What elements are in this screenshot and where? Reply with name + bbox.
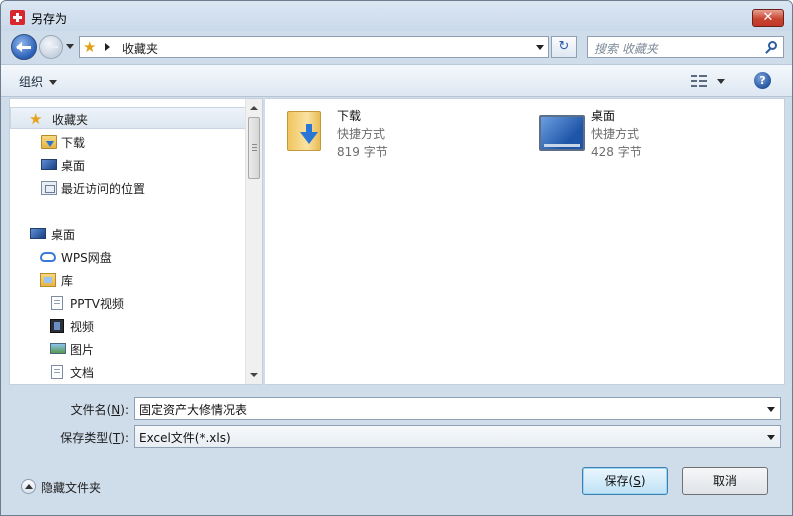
organize-button[interactable]: 组织 <box>19 73 58 90</box>
nav-item-label: 桌面 <box>61 159 86 173</box>
nav-item-label: 库 <box>61 274 74 288</box>
star-icon: ★ <box>83 38 97 56</box>
chevron-up-icon <box>21 479 36 494</box>
filetype-label-text: 保存类型 <box>60 431 109 445</box>
breadcrumb-favorites[interactable]: 收藏夹 <box>122 40 158 57</box>
nav-item-label: PPTV视频 <box>70 297 125 311</box>
nav-scrollbar[interactable] <box>245 99 262 384</box>
nav-item-pictures[interactable]: 图片 <box>10 338 247 360</box>
back-button[interactable] <box>11 34 37 60</box>
filetype-label: 保存类型(T): <box>60 431 129 445</box>
window-title: 另存为 <box>31 12 68 26</box>
chevron-down-icon <box>49 80 58 85</box>
history-dropdown-icon[interactable] <box>66 44 74 49</box>
nav-item-videos[interactable]: 视频 <box>10 315 247 337</box>
scroll-down-icon[interactable] <box>250 373 258 377</box>
forward-button[interactable] <box>39 35 63 59</box>
save-button[interactable]: 保存(S) <box>582 467 668 495</box>
navigation-bar: ★ 收藏夹 ↻ 搜索 收藏夹 <box>1 31 792 63</box>
filename-label-text: 文件名 <box>70 403 107 417</box>
views-dropdown-icon[interactable] <box>717 79 725 84</box>
search-input[interactable]: 搜索 收藏夹 <box>587 36 784 58</box>
document-icon <box>51 365 63 379</box>
nav-item-label: 最近访问的位置 <box>61 182 146 196</box>
nav-item-label: 下载 <box>61 136 86 150</box>
help-icon[interactable]: ? <box>754 72 771 89</box>
nav-item-desktop[interactable]: 桌面 <box>10 223 247 245</box>
scroll-up-icon[interactable] <box>250 106 258 110</box>
nav-item-recent-places[interactable]: 最近访问的位置 <box>10 177 247 199</box>
picture-icon <box>50 343 66 354</box>
app-icon <box>10 10 25 25</box>
hide-folders-label: 隐藏文件夹 <box>41 481 102 495</box>
refresh-button[interactable]: ↻ <box>551 36 577 58</box>
nav-item-desktop-favorite[interactable]: 桌面 <box>10 154 247 176</box>
file-item-desktop[interactable]: 桌面 快捷方式 428 字节 <box>539 107 739 159</box>
file-list: 下载 快捷方式 819 字节 桌面 快捷方式 428 字节 <box>265 98 785 385</box>
scroll-thumb[interactable] <box>248 117 260 179</box>
filename-hotkey: N <box>111 403 121 417</box>
nav-item-favorites[interactable]: ★ 收藏夹 <box>10 107 247 129</box>
nav-item-label: 收藏夹 <box>52 113 89 127</box>
save-label: 保存 <box>604 474 629 488</box>
search-icon[interactable] <box>768 41 777 50</box>
cancel-button[interactable]: 取消 <box>682 467 768 495</box>
chevron-down-icon[interactable] <box>767 407 775 412</box>
chevron-right-icon[interactable] <box>105 43 110 51</box>
desktop-icon <box>41 159 57 170</box>
nav-item-wps-cloud[interactable]: WPS网盘 <box>10 246 247 268</box>
video-icon <box>50 319 64 333</box>
file-size: 819 字节 <box>337 145 388 159</box>
nav-item-label: 桌面 <box>51 228 76 242</box>
recent-places-icon <box>41 181 57 195</box>
desktop-icon <box>30 228 46 239</box>
nav-item-libraries[interactable]: 库 <box>10 269 247 291</box>
library-icon <box>40 273 56 287</box>
address-bar[interactable]: ★ 收藏夹 <box>79 36 549 58</box>
star-icon: ★ <box>29 110 43 128</box>
nav-item-label: 视频 <box>70 320 95 334</box>
organize-label: 组织 <box>19 75 44 89</box>
search-placeholder: 搜索 收藏夹 <box>594 42 658 56</box>
nav-item-pptv-video[interactable]: PPTV视频 <box>10 292 247 314</box>
save-hotkey: S <box>633 474 641 488</box>
file-type: 快捷方式 <box>591 127 640 141</box>
filetype-value: Excel文件(*.xls) <box>139 431 231 445</box>
desktop-icon <box>539 115 585 151</box>
nav-item-label: 文档 <box>70 366 95 380</box>
nav-item-downloads[interactable]: 下载 <box>10 131 247 153</box>
toolbar: 组织 ? <box>1 64 792 97</box>
filetype-select[interactable]: Excel文件(*.xls) <box>134 425 781 448</box>
close-button[interactable]: ✕ <box>752 9 784 27</box>
file-size: 428 字节 <box>591 145 642 159</box>
document-icon <box>51 296 63 310</box>
filetype-hotkey: T <box>112 431 121 445</box>
nav-item-documents[interactable]: 文档 <box>10 361 247 383</box>
download-folder-icon <box>41 135 57 149</box>
views-icon[interactable] <box>691 74 707 87</box>
navigation-pane: ★ 收藏夹 下载 桌面 最近访问的位置 桌面 WPS网盘 库 PPTV视频 视频… <box>9 98 263 385</box>
filename-value: 固定资产大修情况表 <box>139 403 248 417</box>
file-name: 下载 <box>337 109 362 123</box>
cloud-icon <box>40 252 56 262</box>
file-item-downloads[interactable]: 下载 快捷方式 819 字节 <box>287 107 487 159</box>
chevron-down-icon[interactable] <box>767 435 775 440</box>
address-dropdown-icon[interactable] <box>536 45 544 50</box>
download-folder-icon <box>287 111 321 151</box>
title-bar: 另存为 ✕ <box>1 1 792 31</box>
file-type: 快捷方式 <box>337 127 386 141</box>
nav-item-label: WPS网盘 <box>61 251 112 265</box>
filename-field[interactable]: 固定资产大修情况表 <box>134 397 781 420</box>
filename-label: 文件名(N): <box>70 403 129 417</box>
nav-item-label: 图片 <box>70 343 95 357</box>
file-name: 桌面 <box>591 109 616 123</box>
save-as-dialog: 另存为 ✕ ★ 收藏夹 ↻ 搜索 收藏夹 组织 ? ★ 收藏夹 下载 桌面 最近… <box>0 0 793 516</box>
